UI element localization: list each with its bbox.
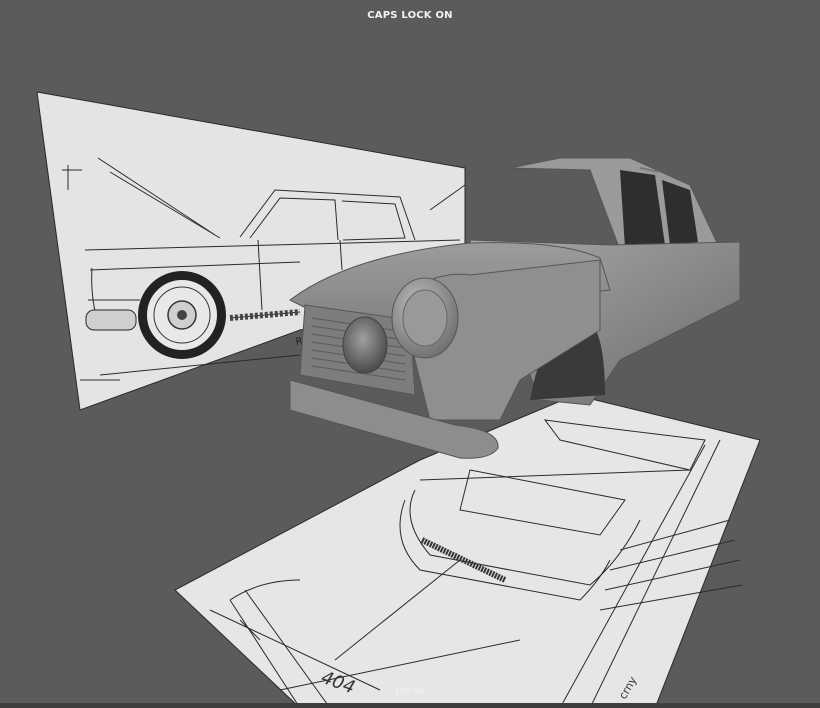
front-wheel-drawing xyxy=(138,271,226,359)
viewport-bottom-border xyxy=(0,703,820,708)
maya-perspective-viewport[interactable]: RZU xyxy=(0,0,820,708)
viewport-scene[interactable]: RZU xyxy=(0,0,820,708)
camera-name-label: persp xyxy=(395,685,425,696)
caps-lock-indicator: CAPS LOCK ON xyxy=(367,10,453,21)
